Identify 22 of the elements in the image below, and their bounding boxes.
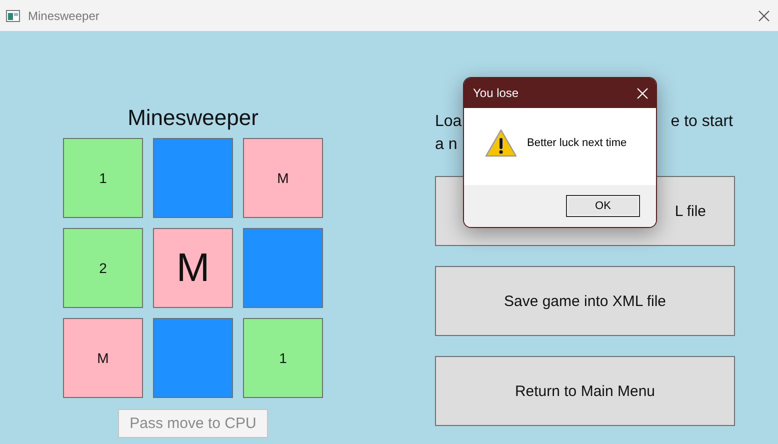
board-title: Minesweeper (128, 105, 258, 131)
menu-button[interactable]: Save game into XML file (435, 266, 735, 336)
hidden-tile[interactable] (243, 228, 323, 308)
number-tile[interactable]: 1 (243, 318, 323, 398)
menu-button[interactable]: Return to Main Menu (435, 356, 735, 426)
mine-tile[interactable]: M (243, 138, 323, 218)
prompt-text: e to start (670, 112, 733, 132)
prompt-text: a n (435, 135, 458, 155)
warning-icon (485, 128, 517, 156)
dialog-message: Better luck next time (527, 136, 627, 148)
number-tile[interactable]: 2 (63, 228, 143, 308)
mine-tile[interactable]: M (63, 318, 143, 398)
dialog-title: You lose (473, 86, 519, 100)
window-title: Minesweeper (28, 8, 100, 22)
hidden-tile[interactable] (153, 138, 233, 218)
prompt-text: Loa (435, 112, 462, 132)
close-icon[interactable] (758, 10, 770, 22)
number-tile[interactable]: 1 (63, 138, 143, 218)
mine-tile[interactable]: M (153, 228, 233, 308)
app-icon (6, 10, 20, 22)
hidden-tile[interactable] (153, 318, 233, 398)
ok-button[interactable]: OK (566, 195, 640, 217)
